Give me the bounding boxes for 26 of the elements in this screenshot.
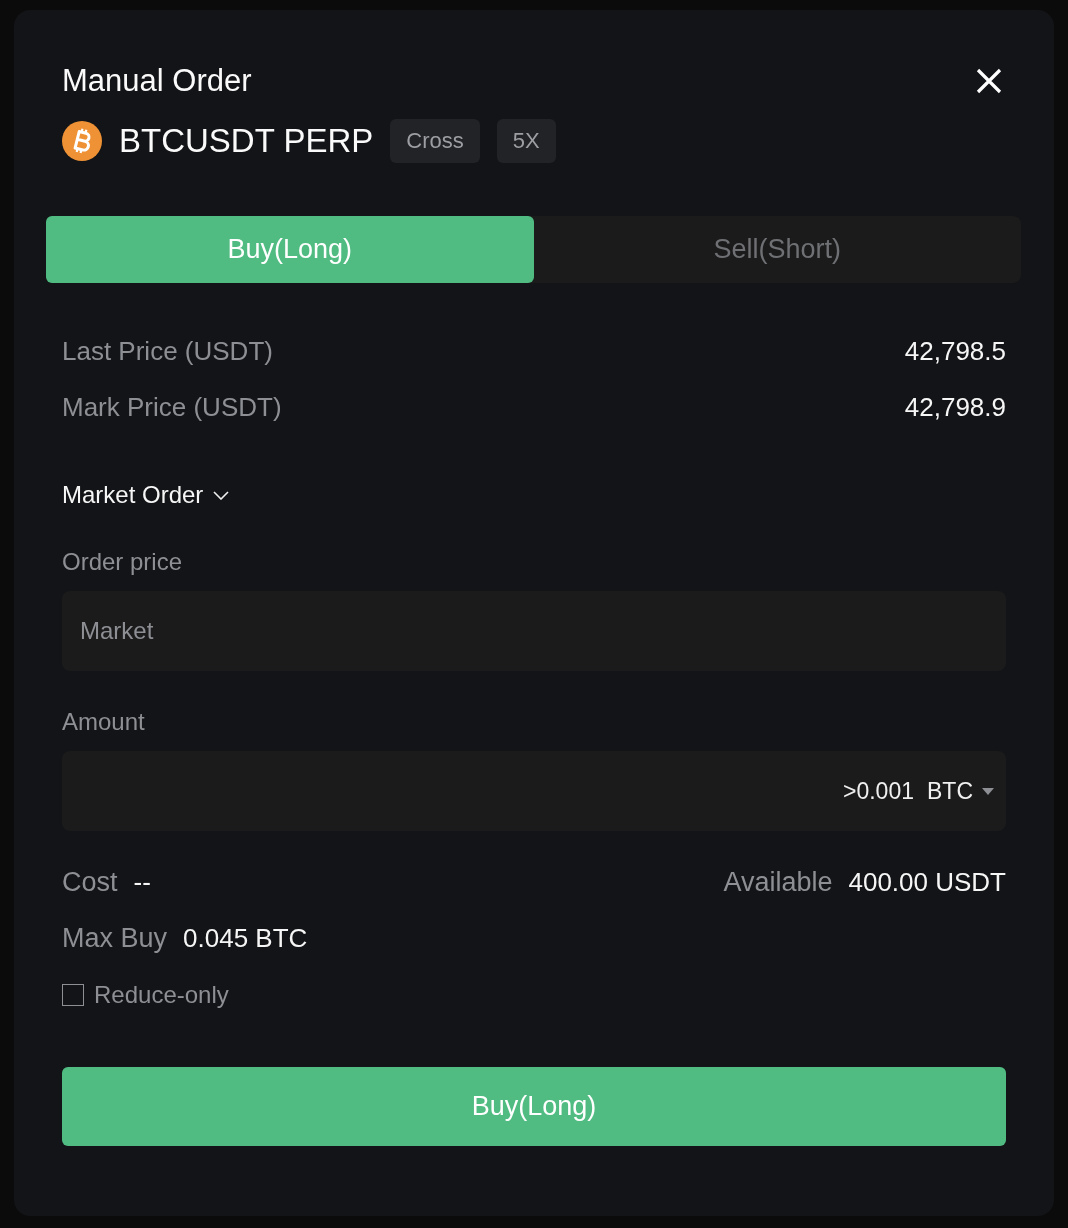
- summary-value: 0.045 BTC: [183, 922, 308, 955]
- field-label: Amount: [62, 707, 146, 737]
- summary-label: Cost: [62, 866, 118, 899]
- field-label: Order price: [62, 547, 184, 577]
- chevron-down-icon: [213, 490, 230, 500]
- summary-value: 400.00 USDT: [848, 866, 1006, 899]
- price-value: 42,798.5: [904, 335, 1006, 368]
- summary-label: Available: [723, 866, 833, 899]
- price-label: Last Price (USDT): [62, 335, 273, 368]
- info-badge: Cross: [390, 119, 480, 163]
- unit-dropdown[interactable]: BTC: [927, 776, 994, 806]
- checkbox-label[interactable]: Reduce-only: [94, 980, 229, 1010]
- dialog-title: Manual Order: [62, 64, 252, 98]
- order-price-field[interactable]: Market: [62, 591, 1006, 671]
- price-label: Mark Price (USDT): [62, 391, 282, 424]
- coin-icon: [62, 121, 102, 161]
- info-badge: 5X: [496, 119, 556, 163]
- close-icon[interactable]: [976, 68, 1002, 94]
- summary-value: --: [133, 866, 151, 899]
- checkbox[interactable]: [62, 984, 84, 1006]
- price-value: 42,798.9: [904, 391, 1006, 424]
- summary-label: Max Buy: [62, 922, 168, 955]
- caret-icon: [982, 787, 994, 795]
- order-type-dropdown[interactable]: Market Order: [62, 479, 230, 511]
- instrument-symbol: BTCUSDT PERP: [119, 121, 374, 161]
- side-tab[interactable]: Sell(Short): [533, 216, 1021, 283]
